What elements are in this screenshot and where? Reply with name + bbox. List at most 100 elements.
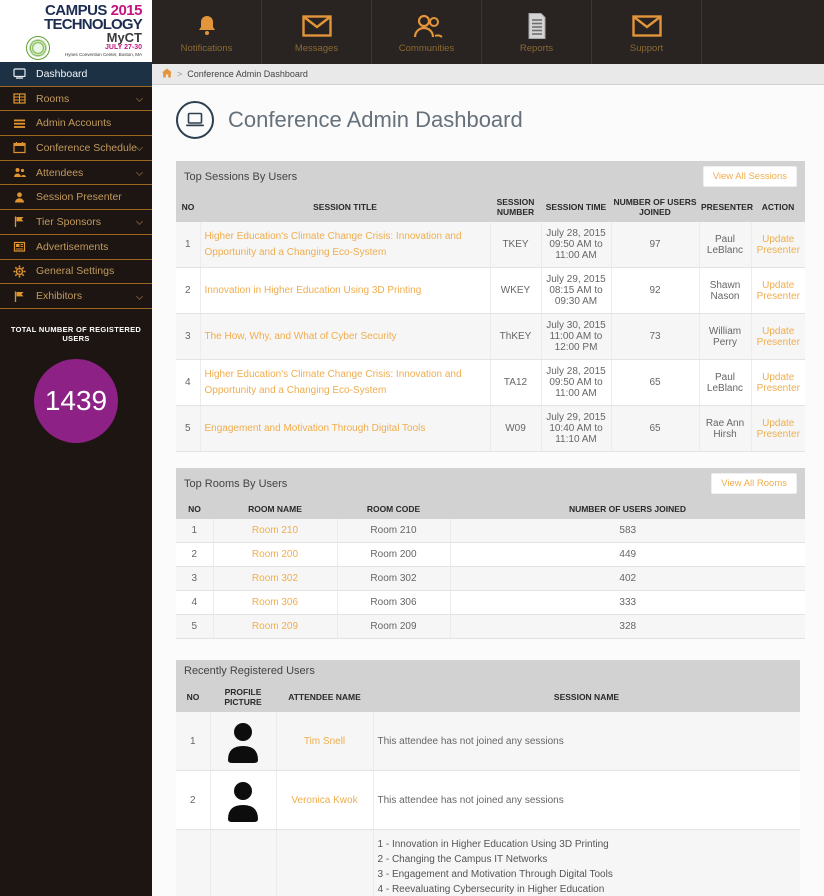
recently-registered-header: Recently Registered Users xyxy=(176,660,800,682)
session-number: W09 xyxy=(490,405,542,452)
session-number: TA12 xyxy=(490,359,542,406)
attendee-name-link[interactable]: Veronica Kwok xyxy=(291,795,357,806)
breadcrumb-separator: > xyxy=(177,69,183,79)
gear-icon xyxy=(13,265,26,278)
update-presenter-link[interactable]: Update Presenter xyxy=(757,372,800,394)
users-icon xyxy=(13,166,26,179)
recently-registered-clip: Recently Registered Users NO PROFILE PIC… xyxy=(152,660,800,896)
attendee-session-status: This attendee has not joined any session… xyxy=(373,770,800,830)
envelope-icon xyxy=(631,11,662,41)
attendee-session-list: 1 - Innovation in Higher Education Using… xyxy=(373,829,800,896)
room-users-joined: 449 xyxy=(450,542,805,567)
column-header: PROFILE PICTURE xyxy=(210,682,276,712)
sidebar-item-rooms[interactable]: Rooms xyxy=(0,87,152,112)
room-users-joined: 328 xyxy=(450,614,805,639)
sidebar-item-session-presenter[interactable]: Session Presenter xyxy=(0,185,152,211)
sidebar-item-exhibitors[interactable]: Exhibitors xyxy=(0,284,152,309)
campus-technology-logo[interactable]: CAMPUS 2015 TECHNOLOGY MyCT JULY 27-30 H… xyxy=(0,0,152,62)
session-no: 2 xyxy=(176,267,201,314)
person-silhouette-icon xyxy=(228,723,258,763)
breadcrumb-page[interactable]: Conference Admin Dashboard xyxy=(187,69,308,79)
session-title-link[interactable]: Higher Education's Climate Change Crisis… xyxy=(205,231,462,258)
home-icon[interactable] xyxy=(162,65,172,83)
attendee-no xyxy=(176,829,211,896)
attendee-no: 1 xyxy=(176,712,211,771)
monitor-icon xyxy=(13,67,26,80)
room-users-joined: 333 xyxy=(450,590,805,615)
top-rooms-header: Top Rooms By Users View All Rooms xyxy=(176,468,805,499)
session-presenter: Rae Ann Hirsh xyxy=(699,405,752,452)
newspaper-icon xyxy=(13,240,26,253)
column-header: SESSION NAME xyxy=(373,682,800,712)
update-presenter-link[interactable]: Update Presenter xyxy=(757,326,800,348)
header-item-messages[interactable]: Messages xyxy=(262,0,372,64)
column-header: ACTION xyxy=(751,192,805,222)
room-no: 5 xyxy=(176,614,214,639)
column-header: ROOM NAME xyxy=(213,499,337,519)
chevron-down-icon xyxy=(135,169,144,177)
view-all-sessions-button[interactable]: View All Sessions xyxy=(702,166,797,187)
room-name-link[interactable]: Room 302 xyxy=(252,573,298,584)
room-name-link[interactable]: Room 210 xyxy=(252,525,298,536)
header-item-support[interactable]: Support xyxy=(592,0,702,64)
view-all-rooms-button[interactable]: View All Rooms xyxy=(711,473,797,494)
update-presenter-link[interactable]: Update Presenter xyxy=(757,234,800,256)
session-time: July 28, 2015 09:50 AM to 11:00 AM xyxy=(541,222,612,268)
room-name-link[interactable]: Room 200 xyxy=(252,549,298,560)
header-item-communities[interactable]: Communities xyxy=(372,0,482,64)
sidebar-item-general-settings[interactable]: General Settings xyxy=(0,260,152,285)
session-title-link[interactable]: The How, Why, and What of Cyber Security xyxy=(205,331,397,342)
session-number: TKEY xyxy=(490,222,542,268)
breadcrumb: > Conference Admin Dashboard xyxy=(152,64,824,85)
session-number: ThKEY xyxy=(490,313,542,360)
sidebar-item-conference-schedule[interactable]: Conference Schedule xyxy=(0,136,152,161)
grid-icon xyxy=(13,92,26,105)
sidebar: CAMPUS 2015 TECHNOLOGY MyCT JULY 27-30 H… xyxy=(0,0,152,896)
flag-icon xyxy=(13,215,26,228)
table-row: 4 Higher Education's Climate Change Cris… xyxy=(176,359,805,406)
session-title-link[interactable]: Innovation in Higher Education Using 3D … xyxy=(205,285,422,296)
chevron-down-icon xyxy=(135,94,144,103)
envelope-icon xyxy=(301,11,332,41)
update-presenter-link[interactable]: Update Presenter xyxy=(757,280,800,302)
room-name-link[interactable]: Room 306 xyxy=(252,597,298,608)
sidebar-item-advertisements[interactable]: Advertisements xyxy=(0,235,152,260)
page-title: Conference Admin Dashboard xyxy=(228,107,523,132)
recently-registered-table: NO PROFILE PICTURE ATTENDEE NAME SESSION… xyxy=(176,682,800,896)
table-row: 1 Room 210 Room 210 583 xyxy=(176,519,805,543)
table-row: 1 Higher Education's Climate Change Cris… xyxy=(176,222,805,268)
top-rooms-panel: Top Rooms By Users View All Rooms NO ROO… xyxy=(176,468,805,639)
column-header: SESSION TITLE xyxy=(200,192,490,222)
session-presenter: Paul LeBlanc xyxy=(699,359,752,406)
main-content: Conference Admin Dashboard Top Sessions … xyxy=(152,85,824,896)
event-badge-icon xyxy=(26,36,50,60)
session-no: 3 xyxy=(176,313,201,360)
laptop-icon xyxy=(176,101,214,139)
table-header-row: NO PROFILE PICTURE ATTENDEE NAME SESSION… xyxy=(176,682,800,712)
table-row: 1 - Innovation in Higher Education Using… xyxy=(176,829,800,896)
user-icon xyxy=(13,191,26,204)
header-item-reports[interactable]: Reports xyxy=(482,0,592,64)
sidebar-item-admin-accounts[interactable]: Admin Accounts xyxy=(0,111,152,137)
attendee-name-link[interactable]: Tim Snell xyxy=(304,736,345,747)
top-sessions-table: NO SESSION TITLE SESSION NUMBER SESSION … xyxy=(176,192,805,452)
session-time: July 29, 2015 10:40 AM to 11:10 AM xyxy=(541,405,612,452)
session-title-link[interactable]: Higher Education's Climate Change Crisis… xyxy=(205,369,462,396)
registered-users-label: TOTAL NUMBER OF REGISTERED USERS xyxy=(10,324,142,343)
column-header: NO xyxy=(176,499,213,519)
session-time: July 30, 2015 11:00 AM to 12:00 PM xyxy=(541,313,612,360)
room-no: 3 xyxy=(176,566,214,591)
column-header: NUMBER OF USERS JOINED xyxy=(611,192,699,222)
update-presenter-link[interactable]: Update Presenter xyxy=(757,418,800,440)
sidebar-item-attendees[interactable]: Attendees xyxy=(0,161,152,186)
session-presenter: Shawn Nason xyxy=(699,267,752,314)
sidebar-item-dashboard[interactable]: Dashboard xyxy=(0,62,152,87)
session-users-joined: 65 xyxy=(611,359,700,406)
session-title-link[interactable]: Engagement and Motivation Through Digita… xyxy=(205,423,426,434)
sidebar-item-tier-sponsors[interactable]: Tier Sponsors xyxy=(0,210,152,235)
room-name-link[interactable]: Room 209 xyxy=(252,621,298,632)
flag-icon xyxy=(13,290,26,303)
room-code: Room 200 xyxy=(337,542,451,567)
session-users-joined: 73 xyxy=(611,313,700,360)
header-item-notifications[interactable]: Notifications xyxy=(152,0,262,64)
